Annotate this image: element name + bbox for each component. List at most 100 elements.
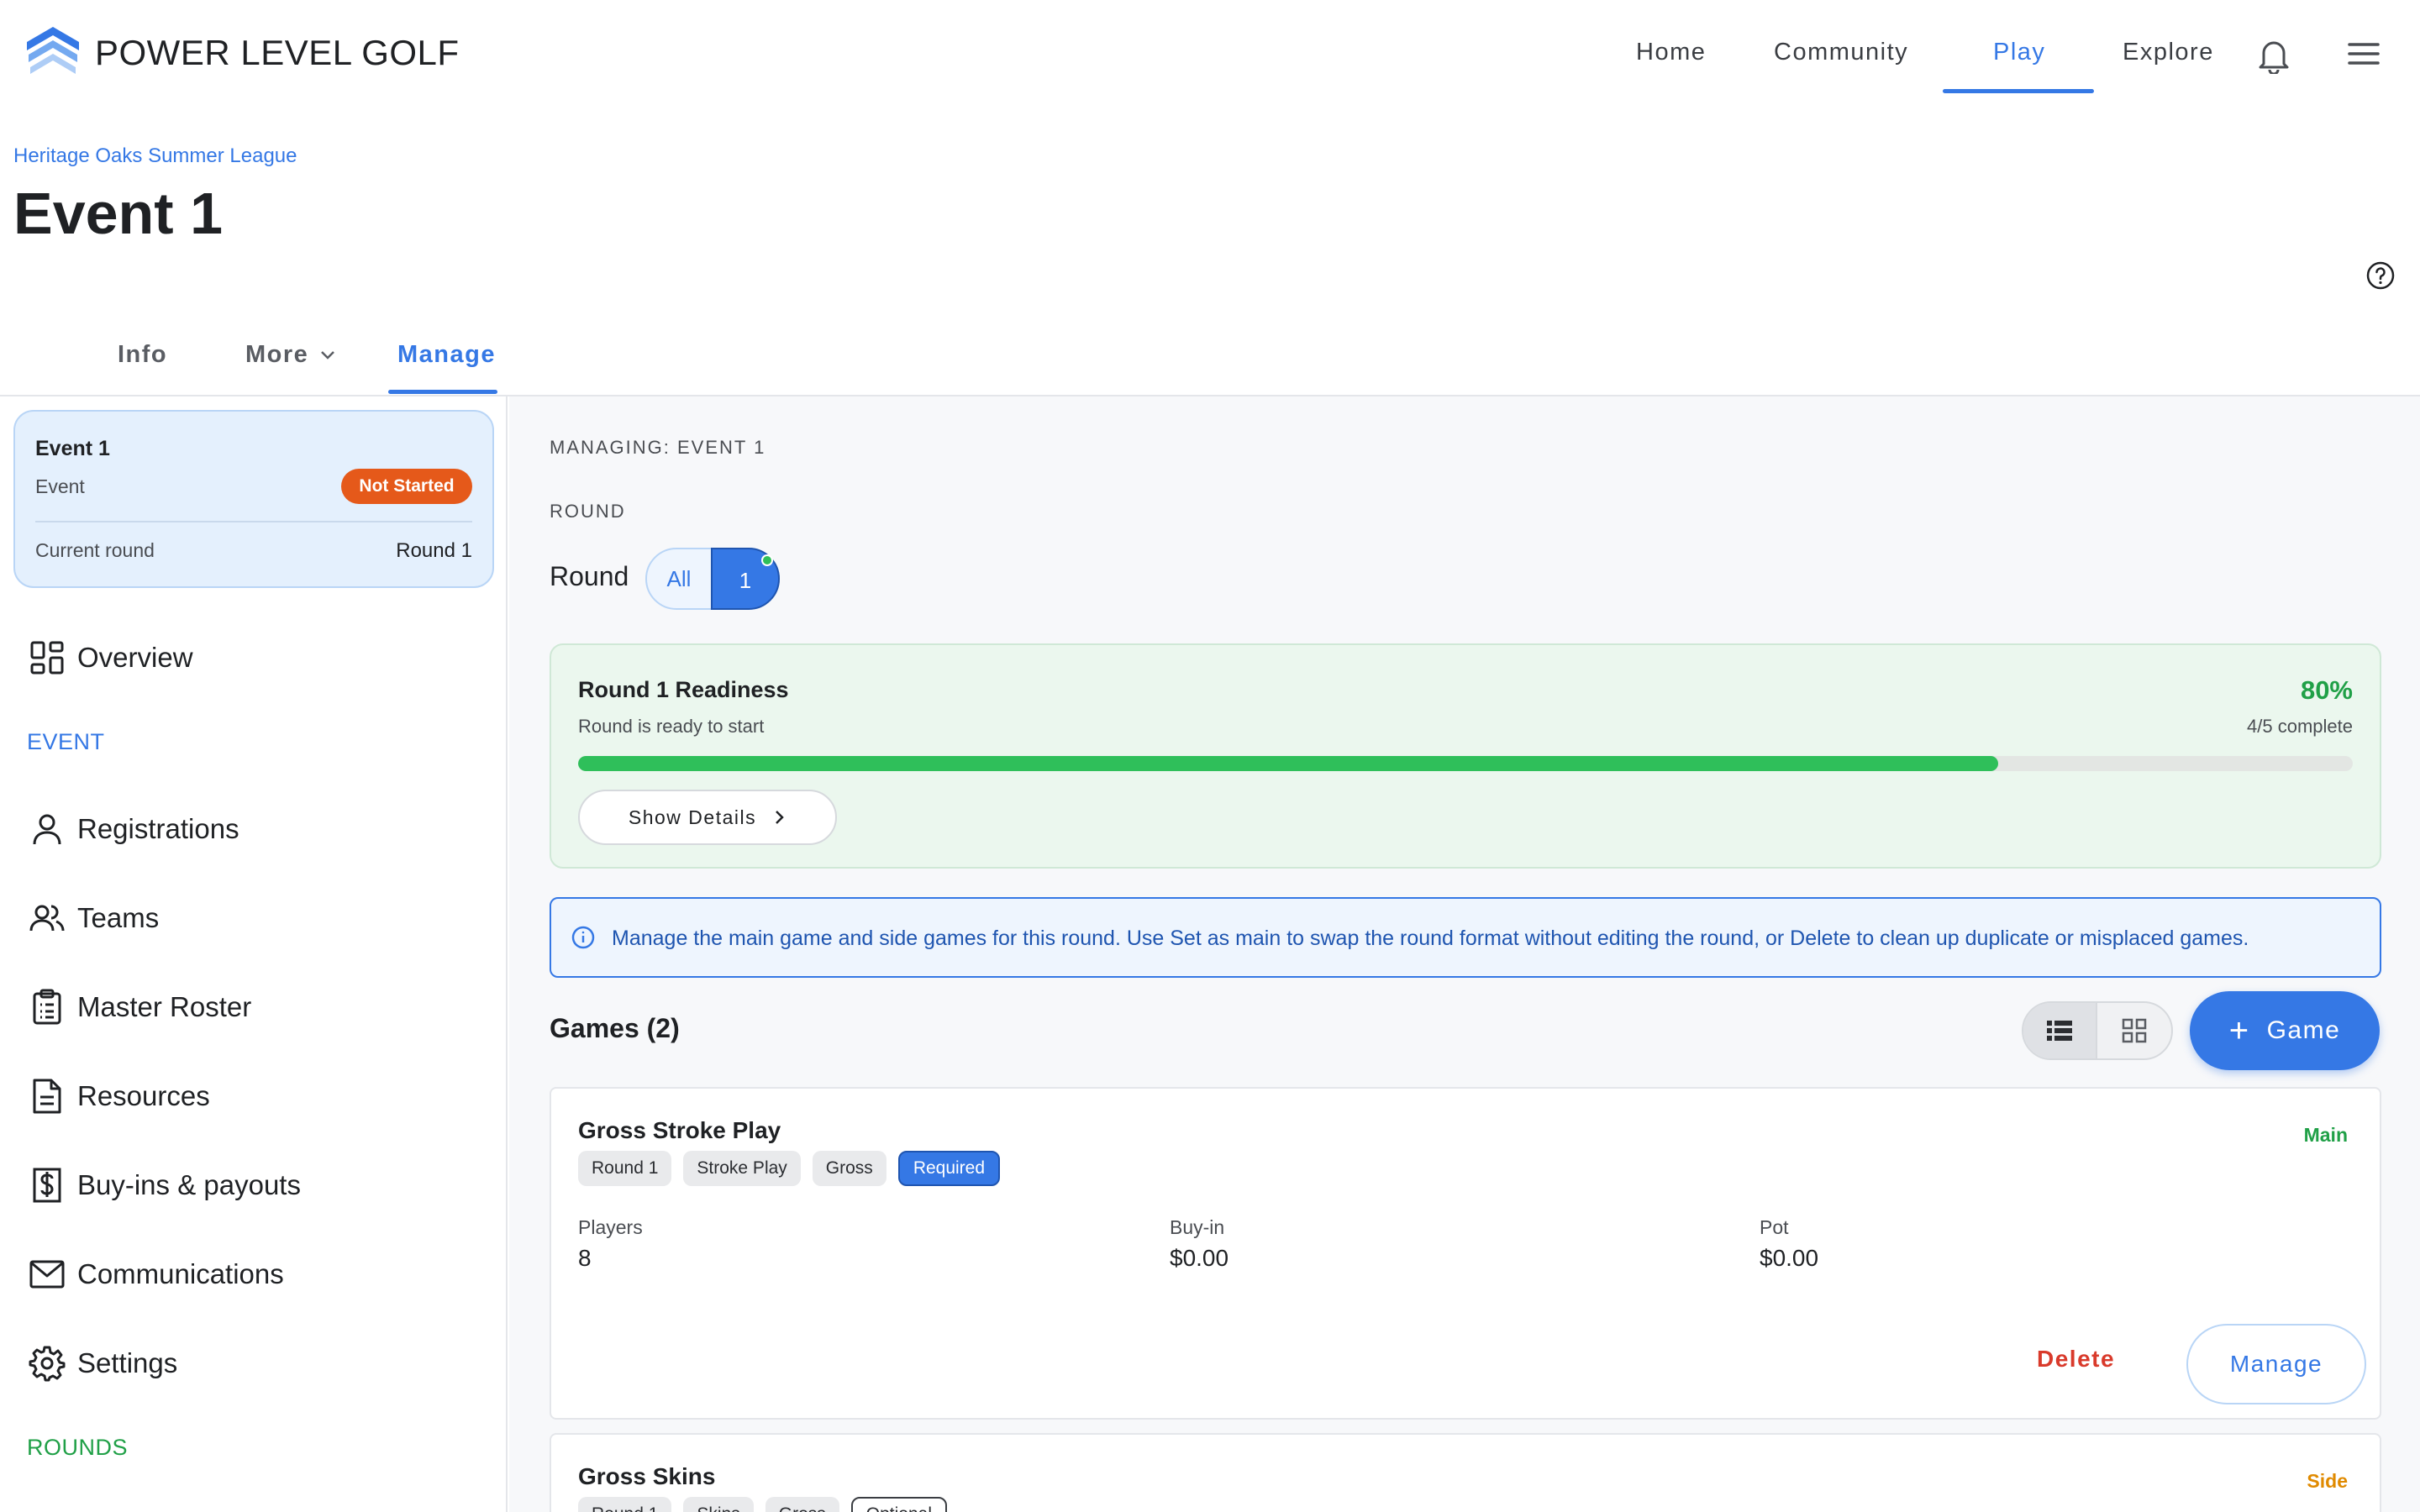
- round-option-label: 1: [739, 568, 752, 593]
- readiness-percent: 80%: [2300, 675, 2353, 705]
- section-event: EVENT: [27, 729, 105, 754]
- chevron-down-icon: [321, 351, 335, 360]
- round-option-all[interactable]: All: [647, 549, 711, 608]
- pot-value: $0.00: [1760, 1245, 1819, 1271]
- round-option-1[interactable]: 1: [711, 548, 780, 610]
- show-details-button[interactable]: Show Details: [578, 790, 837, 845]
- sidebar-item-communications[interactable]: Communications: [29, 1253, 284, 1295]
- readiness-count: 4/5 complete: [2247, 716, 2353, 737]
- person-icon: [29, 811, 66, 848]
- buyin-value: $0.00: [1170, 1245, 1229, 1271]
- tab-more[interactable]: More: [245, 338, 337, 371]
- sidebar-item-buyins-payouts[interactable]: Buy-ins & payouts: [29, 1164, 301, 1206]
- nav-community[interactable]: Community: [1774, 35, 1908, 69]
- mail-icon: [29, 1256, 66, 1293]
- info-icon: [571, 926, 595, 949]
- grid-dashboard-icon: [29, 639, 66, 676]
- chevron-right-icon: [776, 811, 784, 824]
- round-caption: ROUND: [550, 501, 626, 522]
- divider: [35, 521, 472, 522]
- main-content: MANAGING: EVENT 1 ROUND Round All 1 Roun…: [509, 396, 2420, 1512]
- chevron-logo-icon[interactable]: [25, 25, 81, 81]
- tag-chip: Round 1: [578, 1497, 672, 1512]
- status-badge: Not Started: [341, 469, 472, 504]
- section-rounds: ROUNDS: [27, 1435, 129, 1460]
- list-icon: [2047, 1021, 2072, 1041]
- nav-play[interactable]: Play: [1993, 35, 2045, 69]
- list-view-button[interactable]: [2023, 1003, 2098, 1058]
- event-card-subtitle: Event: [35, 475, 85, 497]
- game-tags: Round 1 Stroke Play Gross Required: [578, 1151, 1012, 1186]
- sidebar-item-overview[interactable]: Overview: [29, 637, 193, 679]
- sidebar-item-teams[interactable]: Teams: [29, 897, 159, 939]
- grid-icon: [2122, 1018, 2147, 1043]
- grid-view-button[interactable]: [2097, 1003, 2171, 1058]
- bell-icon[interactable]: [2257, 37, 2291, 74]
- round-readiness-card: Round 1 Readiness Round is ready to star…: [550, 643, 2381, 869]
- sidebar-item-label: Registrations: [77, 813, 239, 844]
- document-icon: [29, 1078, 66, 1115]
- sidebar-item-resources[interactable]: Resources: [29, 1075, 210, 1117]
- pot-label: Pot: [1760, 1216, 1789, 1238]
- sidebar-item-label: Overview: [77, 642, 193, 673]
- sidebar-item-label: Buy-ins & payouts: [77, 1169, 301, 1200]
- tab-info[interactable]: Info: [118, 338, 167, 371]
- view-toggle: [2022, 1001, 2173, 1060]
- show-details-label: Show Details: [628, 806, 757, 828]
- current-round-value: Round 1: [396, 539, 472, 562]
- sidebar-item-settings[interactable]: Settings: [29, 1342, 177, 1384]
- sidebar-item-label: Resources: [77, 1080, 210, 1111]
- info-text: Manage the main game and side games for …: [612, 927, 2249, 950]
- readiness-progress-fill: [578, 756, 1998, 771]
- readiness-subtitle: Round is ready to start: [578, 716, 765, 737]
- sidebar-item-master-roster[interactable]: Master Roster: [29, 986, 251, 1028]
- tag-chip: Gross: [765, 1497, 839, 1512]
- round-selector: All 1: [645, 548, 780, 610]
- tag-chip: Stroke Play: [683, 1151, 801, 1186]
- plus-icon: +: [2228, 1012, 2250, 1049]
- brand-name[interactable]: POWER LEVEL GOLF: [95, 32, 460, 74]
- sidebar: Event 1 Event Not Started Current round …: [0, 396, 508, 1512]
- tag-chip-required: Required: [897, 1151, 1001, 1186]
- add-game-button[interactable]: + Game: [2190, 991, 2380, 1070]
- event-summary-card: Event 1 Event Not Started Current round …: [13, 410, 494, 588]
- people-icon: [29, 900, 66, 937]
- players-label: Players: [578, 1216, 643, 1238]
- buyin-label: Buy-in: [1170, 1216, 1225, 1238]
- game-card: Gross Stroke Play Main Round 1 Stroke Pl…: [550, 1087, 2381, 1420]
- clipboard-icon: [29, 989, 66, 1026]
- game-title: Gross Skins: [578, 1463, 716, 1489]
- gear-icon: [29, 1345, 66, 1382]
- sidebar-item-label: Communications: [77, 1258, 284, 1289]
- nav-home[interactable]: Home: [1636, 35, 1706, 69]
- game-kind-badge: Side: [2307, 1470, 2348, 1492]
- sidebar-item-label: Master Roster: [77, 991, 252, 1022]
- delete-game-button[interactable]: Delete: [2037, 1346, 2115, 1373]
- players-value: 8: [578, 1245, 592, 1271]
- tab-manage[interactable]: Manage: [397, 338, 496, 371]
- game-tags: Round 1 Skins Gross Optional: [578, 1497, 959, 1512]
- tab-active-indicator: [388, 390, 497, 394]
- tag-chip: Skins: [683, 1497, 754, 1512]
- nav-explore[interactable]: Explore: [2123, 35, 2214, 69]
- game-card: Gross Skins Side Round 1 Skins Gross Opt…: [550, 1433, 2381, 1512]
- manage-game-button[interactable]: Manage: [2186, 1324, 2366, 1404]
- readiness-progress-bar: [578, 756, 2353, 771]
- tag-chip: Gross: [812, 1151, 886, 1186]
- current-round-label: Current round: [35, 539, 155, 561]
- dollar-icon: [29, 1167, 66, 1204]
- games-heading: Games (2): [550, 1013, 680, 1043]
- game-title: Gross Stroke Play: [578, 1117, 781, 1143]
- nav-active-indicator: [1943, 89, 2094, 93]
- game-kind-badge: Main: [2303, 1124, 2348, 1146]
- sidebar-item-registrations[interactable]: Registrations: [29, 808, 239, 850]
- sidebar-item-label: Settings: [77, 1347, 178, 1378]
- hamburger-menu-icon[interactable]: [2347, 40, 2381, 67]
- info-banner: Manage the main game and side games for …: [550, 897, 2381, 978]
- active-round-dot: [761, 554, 773, 566]
- help-icon[interactable]: [2365, 260, 2396, 291]
- readiness-title: Round 1 Readiness: [578, 677, 789, 702]
- tab-more-label: More: [245, 341, 309, 368]
- managing-label: MANAGING: EVENT 1: [550, 437, 766, 458]
- breadcrumb[interactable]: Heritage Oaks Summer League: [13, 143, 297, 170]
